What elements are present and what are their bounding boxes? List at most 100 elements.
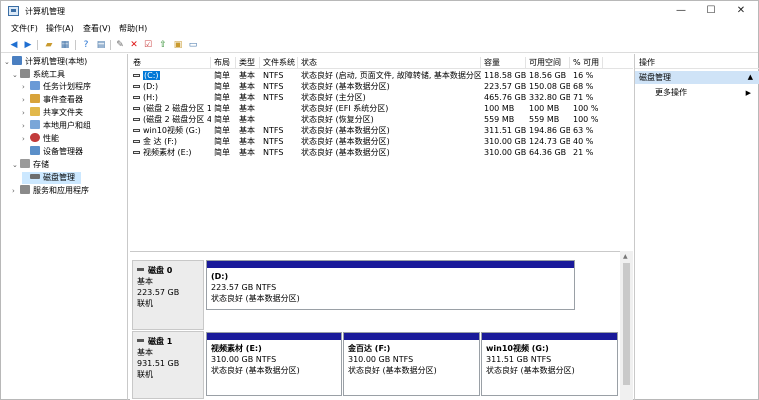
- partition-d[interactable]: (D:) 223.57 GB NTFS 状态良好 (基本数据分区): [206, 260, 575, 310]
- disk-1-info[interactable]: 磁盘 1 基本 931.51 GB 联机: [132, 331, 204, 399]
- maximize-button[interactable]: ☐: [696, 1, 726, 21]
- collapse-arrow-icon[interactable]: ⌄: [12, 69, 20, 81]
- actions-section-disk-management[interactable]: 磁盘管理 ▲: [635, 71, 759, 84]
- partition-g[interactable]: win10视频 (G:) 311.51 GB NTFS 状态良好 (基本数据分区…: [481, 332, 618, 396]
- cell-text: 基本: [239, 93, 255, 102]
- import-icon[interactable]: ⇧: [157, 39, 169, 50]
- partition-name: win10视频 (G:): [486, 344, 549, 353]
- back-arrow-icon[interactable]: ◀: [8, 39, 20, 50]
- export-icon[interactable]: ▣: [172, 39, 184, 50]
- properties-icon[interactable]: ▤: [95, 39, 107, 50]
- forward-arrow-icon[interactable]: ▶: [22, 39, 34, 50]
- check-icon[interactable]: ☑: [142, 39, 154, 50]
- scroll-up-arrow-icon[interactable]: ▲: [623, 253, 628, 260]
- close-button[interactable]: ✕: [726, 1, 756, 21]
- delete-icon[interactable]: ✕: [128, 39, 140, 50]
- cell-volume: (磁盘 2 磁盘分区 4): [130, 115, 211, 125]
- disk-status: 联机: [137, 299, 153, 308]
- cell-text: 194.86 GB: [529, 126, 570, 135]
- show-hide-tree-icon[interactable]: ▦: [59, 39, 71, 50]
- volume-row[interactable]: (磁盘 2 磁盘分区 4) 简单 基本 状态良好 (恢复分区) 559 MB 559 MB…: [130, 115, 633, 125]
- column-header-filesystem[interactable]: 文件系统: [260, 57, 298, 69]
- cell-text: 状态良好 (EFI 系统分区): [301, 104, 389, 113]
- tree-item-device-manager[interactable]: 设备管理器: [22, 146, 83, 158]
- menu-action[interactable]: 操作(A): [46, 23, 74, 34]
- column-header-layout[interactable]: 布局: [211, 57, 236, 69]
- volume-row[interactable]: win10视频 (G:) 简单 基本 NTFS 状态良好 (基本数据分区) 311.51 …: [130, 126, 633, 136]
- tree-item-shared-folders[interactable]: › 共享文件夹: [22, 107, 83, 119]
- title-bar: 计算机管理 — ☐ ✕: [1, 1, 758, 21]
- volume-icon: [133, 151, 140, 154]
- column-header-type[interactable]: 类型: [236, 57, 260, 69]
- disk-0-info[interactable]: 磁盘 0 基本 223.57 GB 联机: [132, 260, 204, 330]
- navigation-tree: ⌄ 计算机管理(本地) ⌄ 系统工具 › 任务计划程序 › 事件查看器 › 共享文件夹 ›…: [1, 54, 128, 400]
- cell-layout: 简单: [211, 104, 236, 114]
- tree-item-local-users[interactable]: › 本地用户和组: [22, 120, 91, 132]
- partition-bar: [207, 333, 341, 340]
- cell-text: 视频素材 (E:): [143, 148, 192, 157]
- disk-icon: [137, 339, 144, 342]
- volume-icon: [133, 74, 140, 77]
- cell-text: 311.51 GB: [484, 126, 526, 135]
- disk-type: 基本: [137, 348, 153, 357]
- cell-free-space: 124.73 GB: [526, 137, 570, 147]
- column-header-volume[interactable]: 卷: [130, 57, 211, 69]
- menu-file[interactable]: 文件(F): [11, 23, 38, 34]
- expand-arrow-icon[interactable]: ›: [22, 94, 30, 106]
- menu-view[interactable]: 查看(V): [83, 23, 111, 34]
- volume-row[interactable]: (D:) 简单 基本 NTFS 状态良好 (基本数据分区) 223.57 GB 150.08…: [130, 82, 633, 92]
- menu-help[interactable]: 帮助(H): [119, 23, 147, 34]
- cell-type: 基本: [236, 115, 260, 125]
- cell-text: NTFS: [263, 148, 284, 157]
- tree-item-services[interactable]: › 服务和应用程序: [12, 185, 89, 197]
- volume-row[interactable]: (磁盘 2 磁盘分区 1) 简单 基本 状态良好 (EFI 系统分区) 100 MB 10…: [130, 104, 633, 114]
- connect-icon[interactable]: ✎: [114, 39, 126, 50]
- tree-item-label: 计算机管理(本地): [25, 57, 88, 66]
- partition-bar: [207, 261, 574, 268]
- volume-row[interactable]: (H:) 简单 基本 NTFS 状态良好 (主分区) 465.76 GB 332.80 GB…: [130, 93, 633, 103]
- column-header-free-space[interactable]: 可用空间: [526, 57, 570, 69]
- collapse-arrow-icon[interactable]: ⌄: [4, 56, 12, 68]
- tree-item-performance[interactable]: › 性能: [22, 133, 59, 145]
- column-header-status[interactable]: 状态: [298, 57, 481, 69]
- expand-arrow-icon[interactable]: ›: [22, 107, 30, 119]
- cell-capacity: 311.51 GB: [481, 126, 526, 136]
- column-header-percent-free[interactable]: % 可用: [570, 57, 603, 69]
- collapse-caret-icon[interactable]: ▲: [748, 71, 753, 84]
- expand-arrow-icon[interactable]: ›: [22, 133, 30, 145]
- disk-view-scrollbar[interactable]: ▲: [620, 251, 633, 400]
- expand-arrow-icon[interactable]: ›: [22, 81, 30, 93]
- tree-item-disk-management[interactable]: 磁盘管理: [22, 172, 81, 184]
- tree-item-root[interactable]: ⌄ 计算机管理(本地): [4, 56, 87, 68]
- cell-text: 简单: [214, 148, 230, 157]
- partition-f[interactable]: 金百达 (F:) 310.00 GB NTFS 状态良好 (基本数据分区): [343, 332, 480, 396]
- up-folder-icon[interactable]: ▰: [43, 39, 55, 50]
- minimize-button[interactable]: —: [666, 1, 696, 21]
- expand-arrow-icon[interactable]: ›: [12, 185, 20, 197]
- collapse-arrow-icon[interactable]: ⌄: [12, 159, 20, 171]
- help-icon[interactable]: ?: [80, 39, 92, 50]
- actions-pane: 操作 磁盘管理 ▲ 更多操作 ▶: [634, 54, 759, 400]
- volume-row[interactable]: (C:) 简单 基本 NTFS 状态良好 (启动, 页面文件, 故障转储, 基本数据分区…: [130, 71, 633, 81]
- column-header-capacity[interactable]: 容量: [481, 57, 526, 69]
- expand-arrow-icon[interactable]: ›: [22, 120, 30, 132]
- cell-capacity: 223.57 GB: [481, 82, 526, 92]
- tree-item-storage[interactable]: ⌄ 存储: [12, 159, 49, 171]
- cell-text: 简单: [214, 82, 230, 91]
- volume-row[interactable]: 金 达 (F:) 简单 基本 NTFS 状态良好 (基本数据分区) 310.00 GB 12…: [130, 137, 633, 147]
- cell-filesystem: [260, 104, 298, 114]
- partition-status: 状态良好 (基本数据分区): [211, 366, 300, 375]
- folder-icon: [30, 107, 40, 116]
- list-view-icon[interactable]: ▭: [187, 39, 199, 50]
- partition-e[interactable]: 视频素材 (E:) 310.00 GB NTFS 状态良好 (基本数据分区): [206, 332, 342, 396]
- partition-bar: [482, 333, 617, 340]
- scrollbar-thumb[interactable]: [623, 263, 630, 385]
- disk-icon: [137, 268, 144, 271]
- tree-item-system-tools[interactable]: ⌄ 系统工具: [12, 69, 65, 81]
- tree-item-event-viewer[interactable]: › 事件查看器: [22, 94, 83, 106]
- tree-item-task-scheduler[interactable]: › 任务计划程序: [22, 81, 91, 93]
- cell-status: 状态良好 (基本数据分区): [298, 126, 481, 136]
- more-actions-item[interactable]: 更多操作 ▶: [635, 87, 759, 99]
- computer-management-window: 计算机管理 — ☐ ✕ 文件(F) 操作(A) 查看(V) 帮助(H) ◀ ▶ …: [0, 0, 759, 400]
- volume-row[interactable]: 视频素材 (E:) 简单 基本 NTFS 状态良好 (基本数据分区) 310.00 GB 6…: [130, 148, 633, 158]
